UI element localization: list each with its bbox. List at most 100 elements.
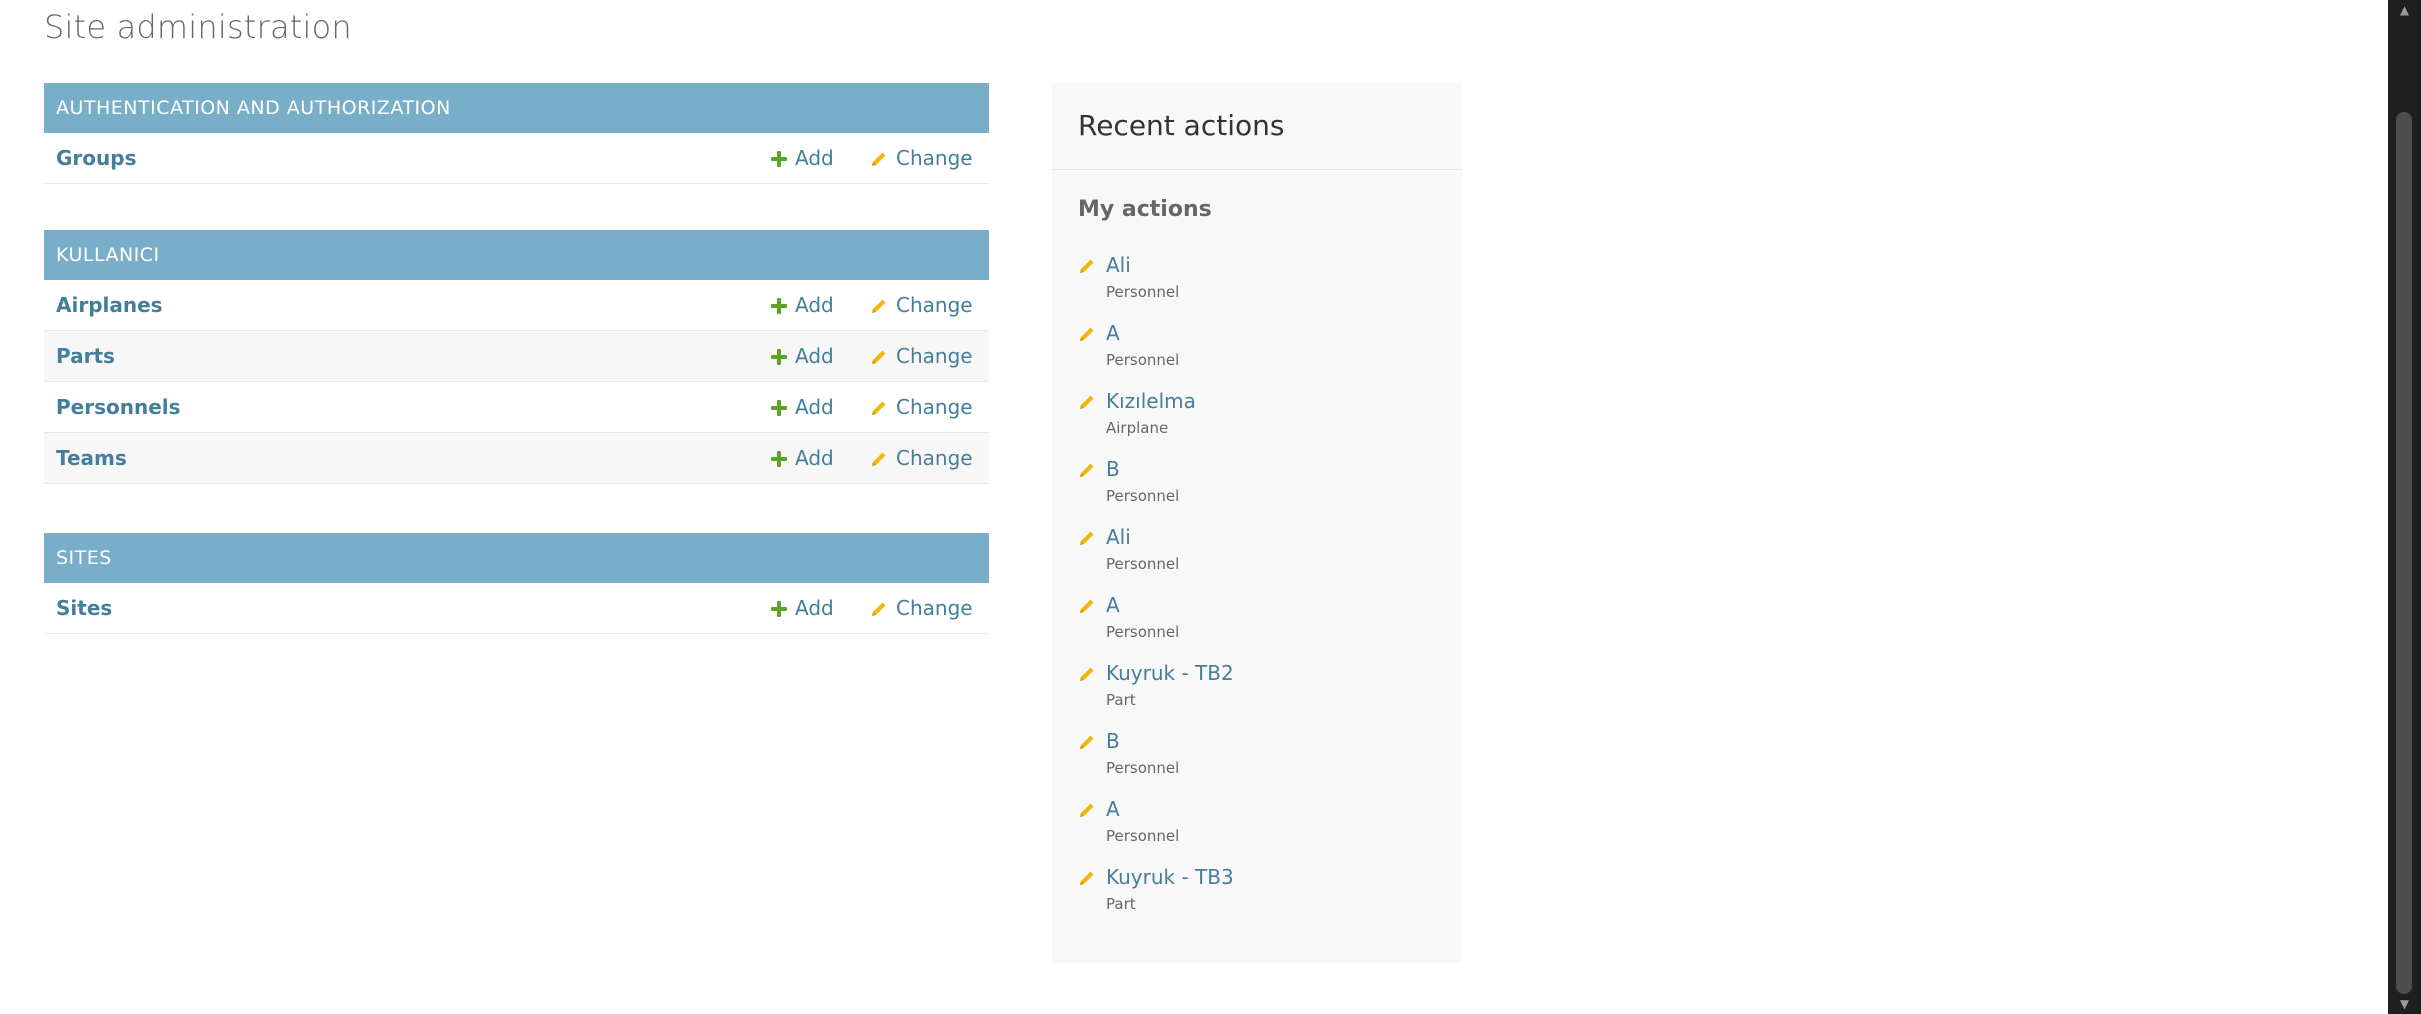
pencil-icon xyxy=(1078,461,1096,479)
divider xyxy=(1052,169,1462,170)
recent-action-link[interactable]: A xyxy=(1106,593,1120,617)
pencil-icon xyxy=(1078,325,1096,343)
change-personnels-button[interactable]: Change xyxy=(870,382,973,433)
recent-action-type: Personnel xyxy=(1106,487,1180,505)
pencil-icon xyxy=(870,399,888,417)
recent-action-item: Ali Personnel xyxy=(1078,525,1448,593)
change-label: Change xyxy=(896,446,973,470)
recent-action-type: Part xyxy=(1106,691,1136,709)
change-label: Change xyxy=(896,596,973,620)
plus-icon xyxy=(771,297,787,314)
model-row-airplanes: Airplanes Add Change xyxy=(44,280,989,331)
pencil-icon xyxy=(1078,597,1096,615)
add-label: Add xyxy=(795,596,834,620)
change-label: Change xyxy=(896,395,973,419)
recent-action-link[interactable]: Kızılelma xyxy=(1106,389,1196,413)
module-sites: Sites Sites Add Change xyxy=(44,533,989,634)
model-link-personnels[interactable]: Personnels xyxy=(56,382,181,433)
recent-action-link[interactable]: Ali xyxy=(1106,253,1131,277)
recent-action-type: Personnel xyxy=(1106,623,1180,641)
chevron-up-icon[interactable]: ▲ xyxy=(2388,0,2421,20)
page-title: Site administration xyxy=(44,8,352,46)
recent-action-item: Kızılelma Airplane xyxy=(1078,389,1448,457)
recent-action-type: Personnel xyxy=(1106,283,1180,301)
model-link-teams[interactable]: Teams xyxy=(56,433,127,484)
change-sites-button[interactable]: Change xyxy=(870,583,973,634)
pencil-icon xyxy=(870,348,888,366)
module-kullanici: Kullanici Airplanes Add Change Parts Add xyxy=(44,230,989,484)
add-parts-button[interactable]: Add xyxy=(771,331,834,382)
recent-action-link[interactable]: Kuyruk - TB3 xyxy=(1106,865,1234,889)
plus-icon xyxy=(771,600,787,617)
recent-actions-list: Ali Personnel A Personnel Kızılelma Airp… xyxy=(1078,253,1448,933)
recent-action-type: Airplane xyxy=(1106,419,1169,437)
module-caption[interactable]: Authentication and Authorization xyxy=(44,83,989,133)
add-personnels-button[interactable]: Add xyxy=(771,382,834,433)
my-actions-heading: My actions xyxy=(1078,197,1212,222)
model-row-parts: Parts Add Change xyxy=(44,331,989,382)
change-parts-button[interactable]: Change xyxy=(870,331,973,382)
model-link-airplanes[interactable]: Airplanes xyxy=(56,280,163,331)
change-label: Change xyxy=(896,146,973,170)
recent-action-link[interactable]: B xyxy=(1106,457,1120,481)
add-groups-button[interactable]: Add xyxy=(771,133,834,184)
chevron-down-icon[interactable]: ▼ xyxy=(2388,994,2421,1014)
browser-viewport: Site administration Authentication and A… xyxy=(0,0,2421,1014)
model-link-sites[interactable]: Sites xyxy=(56,583,112,634)
recent-action-type: Personnel xyxy=(1106,351,1180,369)
pencil-icon xyxy=(870,450,888,468)
recent-actions-panel: Recent actions My actions Ali Personnel … xyxy=(1052,83,1462,963)
model-link-groups[interactable]: Groups xyxy=(56,133,136,184)
admin-content: Site administration Authentication and A… xyxy=(0,0,2388,1014)
change-teams-button[interactable]: Change xyxy=(870,433,973,484)
model-link-parts[interactable]: Parts xyxy=(56,331,115,382)
recent-action-item: A Personnel xyxy=(1078,797,1448,865)
model-row-sites: Sites Add Change xyxy=(44,583,989,634)
recent-action-type: Personnel xyxy=(1106,759,1180,777)
recent-action-link[interactable]: A xyxy=(1106,797,1120,821)
pencil-icon xyxy=(870,600,888,618)
add-label: Add xyxy=(795,446,834,470)
pencil-icon xyxy=(1078,257,1096,275)
recent-action-type: Personnel xyxy=(1106,555,1180,573)
add-label: Add xyxy=(795,344,834,368)
model-row-teams: Teams Add Change xyxy=(44,433,989,484)
vertical-scrollbar[interactable]: ▲ ▼ xyxy=(2388,0,2421,1014)
change-groups-button[interactable]: Change xyxy=(870,133,973,184)
recent-action-item: A Personnel xyxy=(1078,593,1448,661)
model-row-groups: Groups Add Change xyxy=(44,133,989,184)
scrollbar-thumb[interactable] xyxy=(2396,112,2412,994)
pencil-icon xyxy=(1078,393,1096,411)
add-airplanes-button[interactable]: Add xyxy=(771,280,834,331)
change-label: Change xyxy=(896,293,973,317)
pencil-icon xyxy=(870,297,888,315)
add-label: Add xyxy=(795,293,834,317)
recent-action-type: Part xyxy=(1106,895,1136,913)
change-airplanes-button[interactable]: Change xyxy=(870,280,973,331)
recent-actions-title: Recent actions xyxy=(1078,109,1285,142)
recent-action-item: Kuyruk - TB3 Part xyxy=(1078,865,1448,933)
recent-action-item: Kuyruk - TB2 Part xyxy=(1078,661,1448,729)
module-caption[interactable]: Sites xyxy=(44,533,989,583)
plus-icon xyxy=(771,150,787,167)
module-caption[interactable]: Kullanici xyxy=(44,230,989,280)
plus-icon xyxy=(771,450,787,467)
recent-action-type: Personnel xyxy=(1106,827,1180,845)
recent-action-link[interactable]: A xyxy=(1106,321,1120,345)
recent-action-link[interactable]: Ali xyxy=(1106,525,1131,549)
plus-icon xyxy=(771,399,787,416)
recent-action-item: A Personnel xyxy=(1078,321,1448,389)
recent-action-item: Ali Personnel xyxy=(1078,253,1448,321)
add-sites-button[interactable]: Add xyxy=(771,583,834,634)
module-authentication-and-authorization: Authentication and Authorization Groups … xyxy=(44,83,989,184)
model-row-personnels: Personnels Add Change xyxy=(44,382,989,433)
pencil-icon xyxy=(1078,869,1096,887)
pencil-icon xyxy=(1078,801,1096,819)
pencil-icon xyxy=(1078,529,1096,547)
recent-action-item: B Personnel xyxy=(1078,729,1448,797)
pencil-icon xyxy=(870,150,888,168)
recent-action-link[interactable]: Kuyruk - TB2 xyxy=(1106,661,1234,685)
add-teams-button[interactable]: Add xyxy=(771,433,834,484)
recent-action-item: B Personnel xyxy=(1078,457,1448,525)
recent-action-link[interactable]: B xyxy=(1106,729,1120,753)
